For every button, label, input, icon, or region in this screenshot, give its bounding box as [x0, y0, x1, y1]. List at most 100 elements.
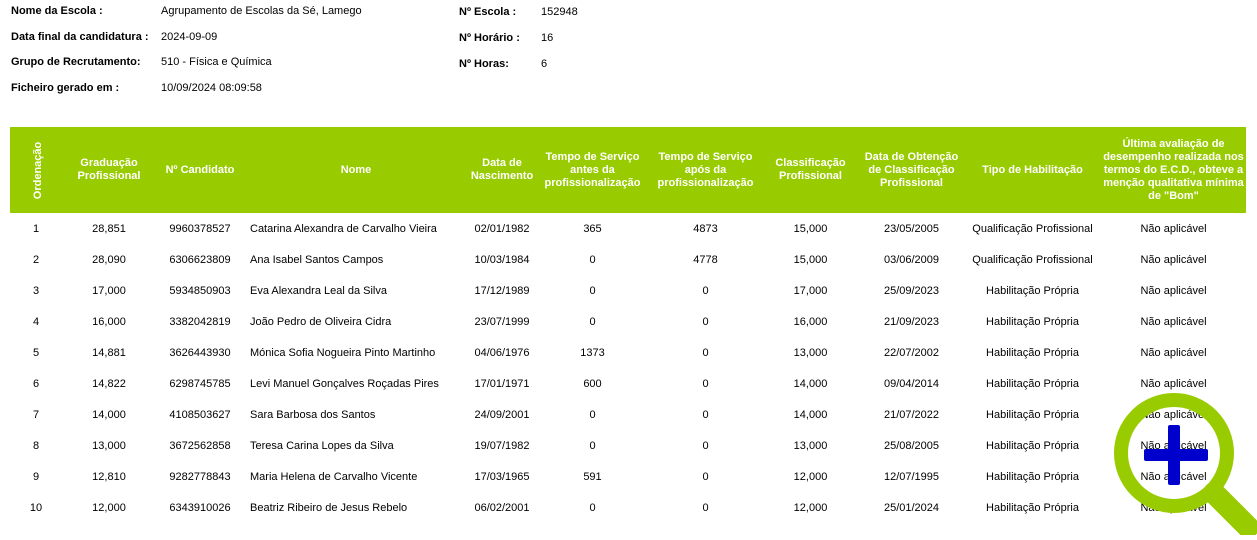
cell-graduation: 14,000 — [92, 408, 126, 421]
cell-candidate-number: 9960378527 — [169, 222, 231, 235]
cell-classification-date: 09/04/2014 — [883, 377, 940, 390]
cell-name: Eva Alexandra Leal da Silva — [250, 284, 387, 297]
cell-name: Ana Isabel Santos Campos — [250, 253, 384, 266]
cell-ordering: 7 — [32, 408, 40, 421]
cell-name: João Pedro de Oliveira Cidra — [250, 315, 392, 328]
zoom-in-button[interactable] — [1108, 385, 1257, 538]
cell-service-after: 4778 — [693, 253, 718, 266]
cell-qualification-type: Habilitação Própria — [986, 470, 1079, 483]
school-name-label: Nome da Escola : — [11, 5, 103, 17]
schedule-number-value: 16 — [541, 32, 554, 44]
cell-qualification-type: Habilitação Própria — [986, 501, 1079, 514]
cell-service-before: 0 — [589, 253, 596, 266]
cell-performance-evaluation: Não aplicável — [1140, 222, 1207, 235]
cell-performance-evaluation: Não aplicável — [1140, 253, 1207, 266]
cell-candidate-number: 6298745785 — [169, 377, 231, 390]
column-header-classification-date: Data de Obtenção de Classificação Profis… — [859, 127, 964, 213]
cell-birth-date: 17/01/1971 — [474, 377, 530, 390]
school-name-value: Agrupamento de Escolas da Sé, Lamego — [161, 5, 362, 17]
cell-ordering: 10 — [29, 501, 43, 514]
cell-service-after: 0 — [702, 439, 709, 452]
cell-name: Mónica Sofia Nogueira Pinto Martinho — [250, 346, 436, 359]
cell-graduation: 28,851 — [92, 222, 126, 235]
cell-birth-date: 17/03/1965 — [474, 470, 530, 483]
table-header-row: Ordenação Graduação Profissional Nº Cand… — [10, 127, 1246, 213]
cell-classification: 13,000 — [793, 439, 828, 452]
cell-ordering: 6 — [32, 377, 40, 390]
column-header-performance-evaluation: Última avaliação de desempenho realizada… — [1101, 127, 1246, 213]
cell-classification-date: 23/05/2005 — [883, 222, 940, 235]
cell-qualification-type: Habilitação Própria — [986, 315, 1079, 328]
cell-qualification-type: Habilitação Própria — [986, 346, 1079, 359]
cell-candidate-number: 3672562858 — [169, 439, 231, 452]
column-header-qualification-type: Tipo de Habilitação — [964, 127, 1101, 213]
column-header-candidate-number: Nº Candidato — [156, 127, 244, 213]
cell-ordering: 8 — [32, 439, 40, 452]
cell-birth-date: 04/06/1976 — [474, 346, 530, 359]
cell-ordering: 3 — [32, 284, 40, 297]
cell-classification: 15,000 — [793, 253, 828, 266]
table-row: 1 28,851 9960378527 Catarina Alexandra de C… — [10, 213, 1246, 244]
cell-birth-date: 19/07/1982 — [474, 439, 530, 452]
cell-candidate-number: 3382042819 — [169, 315, 231, 328]
cell-ordering: 9 — [32, 470, 40, 483]
cell-name: Sara Barbosa dos Santos — [250, 408, 376, 421]
table-row: 10 12,000 6343910026 Beatriz Ribeiro de Jes… — [10, 492, 1246, 523]
cell-graduation: 28,090 — [92, 253, 126, 266]
cell-classification-date: 21/09/2023 — [883, 315, 940, 328]
cell-performance-evaluation: Não aplicável — [1140, 315, 1207, 328]
cell-birth-date: 17/12/1989 — [474, 284, 530, 297]
cell-candidate-number: 3626443930 — [169, 346, 231, 359]
cell-birth-date: 06/02/2001 — [474, 501, 530, 514]
cell-birth-date: 24/09/2001 — [474, 408, 530, 421]
cell-service-before: 591 — [583, 470, 602, 483]
table-row: 9 12,810 9282778843 Maria Helena de Carvalh… — [10, 461, 1246, 492]
cell-birth-date: 02/01/1982 — [474, 222, 530, 235]
column-header-service-after: Tempo de Serviço após da profissionaliza… — [649, 127, 762, 213]
cell-classification: 13,000 — [793, 346, 828, 359]
column-header-service-before: Tempo de Serviço antes da profissionaliz… — [536, 127, 649, 213]
cell-service-before: 600 — [583, 377, 602, 390]
generated-at-label: Ficheiro gerado em : — [11, 82, 120, 94]
deadline-value: 2024-09-09 — [161, 31, 218, 43]
cell-classification: 16,000 — [793, 315, 828, 328]
recruitment-group-value: 510 - Física e Química — [161, 56, 272, 68]
cell-classification-date: 21/07/2022 — [883, 408, 940, 421]
cell-service-before: 0 — [589, 315, 596, 328]
table-row: 5 14,881 3626443930 Mónica Sofia Nogueira P… — [10, 337, 1246, 368]
cell-service-after: 0 — [702, 470, 709, 483]
cell-service-after: 0 — [702, 501, 709, 514]
table-row: 4 16,000 3382042819 João Pedro de Oliveira … — [10, 306, 1246, 337]
cell-service-before: 0 — [589, 439, 596, 452]
cell-classification: 14,000 — [793, 408, 828, 421]
cell-classification: 12,000 — [793, 470, 828, 483]
cell-performance-evaluation: Não aplicável — [1140, 284, 1207, 297]
table-row: 3 17,000 5934850903 Eva Alexandra Leal da S… — [10, 275, 1246, 306]
cell-performance-evaluation: Não aplicável — [1140, 346, 1207, 359]
cell-name: Levi Manuel Gonçalves Roçadas Pires — [250, 377, 439, 390]
cell-birth-date: 10/03/1984 — [474, 253, 530, 266]
cell-graduation: 17,000 — [92, 284, 126, 297]
column-header-graduation: Graduação Profissional — [62, 127, 156, 213]
cell-graduation: 12,000 — [92, 501, 126, 514]
cell-service-after: 4873 — [693, 222, 718, 235]
school-number-value: 152948 — [541, 6, 578, 18]
cell-qualification-type: Habilitação Própria — [986, 377, 1079, 390]
candidates-table: Ordenação Graduação Profissional Nº Cand… — [10, 127, 1246, 523]
hours-label: Nº Horas: — [459, 58, 509, 70]
cell-birth-date: 23/07/1999 — [474, 315, 530, 328]
cell-graduation: 16,000 — [92, 315, 126, 328]
cell-name: Catarina Alexandra de Carvalho Vieira — [250, 222, 437, 235]
table-row: 7 14,000 4108503627 Sara Barbosa dos Santos… — [10, 399, 1246, 430]
cell-ordering: 2 — [32, 253, 40, 266]
cell-service-after: 0 — [702, 315, 709, 328]
table-row: 6 14,822 6298745785 Levi Manuel Gonçalves R… — [10, 368, 1246, 399]
cell-qualification-type: Qualificação Profissional — [972, 222, 1093, 235]
cell-service-after: 0 — [702, 377, 709, 390]
cell-classification: 14,000 — [793, 377, 828, 390]
column-header-name: Nome — [244, 127, 468, 213]
deadline-label: Data final da candidatura : — [11, 31, 149, 43]
schedule-number-label: Nº Horário : — [459, 32, 520, 44]
column-header-birth-date: Data de Nascimento — [468, 127, 536, 213]
cell-candidate-number: 4108503627 — [169, 408, 231, 421]
